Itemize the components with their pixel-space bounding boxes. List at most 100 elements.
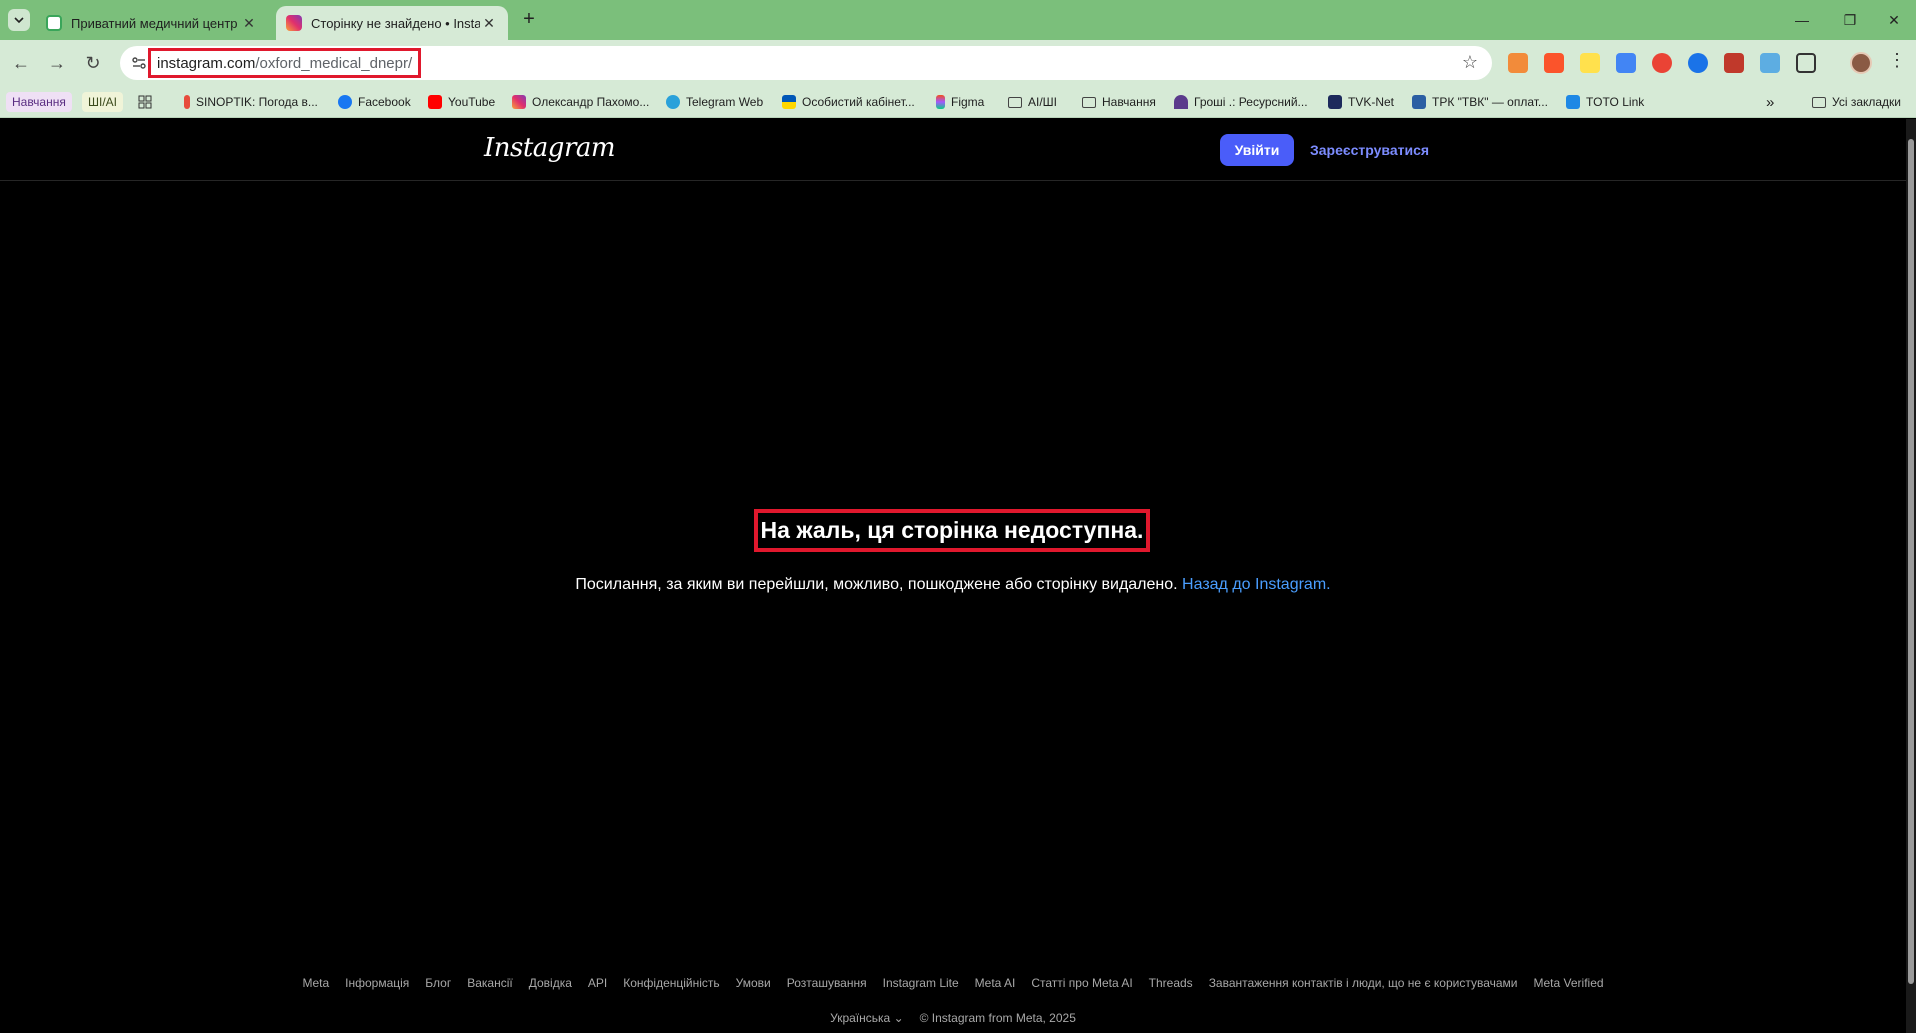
bookmark-chip-navchannia[interactable]: Навчання [6, 92, 72, 112]
bookmark-tvk-net[interactable]: TVK-Net [1328, 92, 1394, 112]
bookmark-youtube[interactable]: YouTube [428, 92, 495, 112]
bookmark-figma[interactable]: Figma [936, 92, 984, 112]
scrollbar-thumb[interactable] [1908, 139, 1914, 984]
bookmark-folder-ai[interactable]: AI/ШІ [1008, 92, 1057, 112]
footer-link-meta-ai[interactable]: Meta AI [975, 976, 1016, 990]
tab-instagram[interactable]: Сторінку не знайдено • Instagr ✕ [276, 6, 508, 40]
footer-links: Meta Інформація Блог Вакансії Довідка AP… [0, 976, 1906, 990]
back-button[interactable]: ← [10, 52, 32, 74]
bookmark-folder-navchannia[interactable]: Навчання [1082, 92, 1156, 112]
footer-link-privacy[interactable]: Конфіденційність [623, 976, 719, 990]
bookmark-trk-tvk[interactable]: ТРК "ТВК" — оплат... [1412, 92, 1548, 112]
page-scrollbar[interactable] [1906, 119, 1916, 1033]
bookmark-label: ТРК "ТВК" — оплат... [1432, 95, 1548, 109]
extension-brave-icon[interactable] [1544, 53, 1564, 73]
all-bookmarks[interactable]: Усі закладки [1812, 92, 1901, 112]
tab-medical-center[interactable]: Приватний медичний центр О ✕ [36, 6, 268, 40]
medical-center-favicon-icon [46, 15, 62, 31]
footer-link-meta-ai-articles[interactable]: Статті про Meta AI [1031, 976, 1132, 990]
bookmark-star-icon[interactable]: ☆ [1462, 52, 1478, 73]
signup-link[interactable]: Зареєструватися [1310, 134, 1429, 166]
footer-link-help[interactable]: Довідка [529, 976, 572, 990]
footer-link-info[interactable]: Інформація [345, 976, 409, 990]
footer-link-blog[interactable]: Блог [425, 976, 451, 990]
footer-link-meta[interactable]: Meta [302, 976, 329, 990]
site-info-icon[interactable] [130, 54, 148, 72]
footer-link-contact-uploading[interactable]: Завантаження контактів і люди, що не є к… [1209, 976, 1518, 990]
extension-translate-icon[interactable] [1616, 53, 1636, 73]
footer-link-jobs[interactable]: Вакансії [467, 976, 513, 990]
new-tab-button[interactable]: + [518, 9, 540, 31]
footer-link-instagram-lite[interactable]: Instagram Lite [883, 976, 959, 990]
umbrella-icon [1174, 95, 1188, 109]
menu-dots-icon[interactable]: ⋮ [1888, 50, 1906, 71]
bookmark-label: TVK-Net [1348, 95, 1395, 109]
footer-link-api[interactable]: API [588, 976, 607, 990]
ukraine-flag-icon [782, 95, 796, 109]
bookmark-label: SINOPTIK: Погода в... [196, 95, 318, 109]
bookmark-cabinet[interactable]: Особистий кабінет... [782, 92, 915, 112]
close-tab-icon[interactable]: ✕ [240, 14, 258, 32]
footer-link-locations[interactable]: Розташування [787, 976, 867, 990]
footer-link-meta-verified[interactable]: Meta Verified [1534, 976, 1604, 990]
bookmark-sinoptik[interactable]: SINOPTIK: Погода в... [184, 92, 318, 112]
footer-bottom: Українська ⌄ © Instagram from Meta, 2025 [0, 1011, 1906, 1025]
bookmark-groshi[interactable]: Гроші .: Ресурсний... [1174, 92, 1308, 112]
url-highlight-box[interactable]: instagram.com/oxford_medical_dnepr/ [148, 48, 422, 78]
language-select[interactable]: Українська ⌄ [830, 1011, 904, 1025]
figma-icon [936, 95, 945, 109]
all-bookmarks-label: Усі закладки [1832, 95, 1902, 109]
login-button[interactable]: Увійти [1220, 134, 1294, 166]
extension-megaphone-icon[interactable] [1724, 53, 1744, 73]
bookmark-facebook[interactable]: Facebook [338, 92, 411, 112]
chevron-down-icon [14, 17, 24, 24]
footer-link-terms[interactable]: Умови [736, 976, 771, 990]
footer-link-threads[interactable]: Threads [1149, 976, 1193, 990]
browser-toolbar: ← → ↻ instagram.com/oxford_medical_dnepr… [0, 40, 1916, 86]
bookmark-toto-link[interactable]: TOTO Link [1566, 92, 1644, 112]
copyright: © Instagram from Meta, 2025 [919, 1011, 1076, 1025]
address-bar[interactable]: instagram.com/oxford_medical_dnepr/ ☆ [120, 46, 1492, 80]
folder-icon [1008, 96, 1022, 108]
close-window-button[interactable]: ✕ [1874, 8, 1914, 32]
bookmark-label: Особистий кабінет... [802, 95, 915, 109]
extension-record-icon[interactable] [1652, 53, 1672, 73]
bookmark-label: Олександр Пахомо... [532, 95, 650, 109]
bookmark-label: Навчання [6, 92, 72, 112]
profile-avatar[interactable] [1850, 52, 1872, 74]
url-path: /oxford_medical_dnepr/ [255, 54, 413, 72]
close-tab-icon[interactable]: ✕ [480, 14, 498, 32]
bookmark-label: TOTO Link [1586, 95, 1645, 109]
toto-link-icon [1566, 95, 1580, 109]
reload-button[interactable]: ↻ [82, 52, 104, 74]
url-host: instagram.com [157, 54, 256, 72]
instagram-icon [512, 95, 526, 109]
extension-infinity-icon[interactable] [1688, 53, 1708, 73]
tab-title: Приватний медичний центр О [71, 15, 240, 31]
apps-grid-icon[interactable] [138, 92, 152, 112]
bookmark-instagram-profile[interactable]: Олександр Пахомо... [512, 92, 649, 112]
error-description-text: Посилання, за яким ви перейшли, можливо,… [575, 576, 1178, 593]
extension-letter-icon[interactable] [1580, 53, 1600, 73]
bookmarks-bar: Навчання ШІ/AI SINOPTIK: Погода в... Fac… [0, 86, 1916, 118]
instagram-page: Instagram Увійти Зареєструватися На жаль… [0, 119, 1906, 1033]
extension-cart-icon[interactable] [1508, 53, 1528, 73]
back-to-instagram-link[interactable]: Назад до Instagram. [1182, 576, 1331, 593]
bookmark-telegram[interactable]: Telegram Web [666, 92, 763, 112]
restore-button[interactable]: ❐ [1830, 8, 1870, 32]
extensions-puzzle-icon[interactable] [1796, 53, 1816, 73]
bookmark-label: YouTube [448, 95, 496, 109]
tab-search-button[interactable] [8, 9, 30, 31]
instagram-logo[interactable]: Instagram [484, 133, 616, 163]
bookmark-label: AI/ШІ [1028, 95, 1058, 109]
thermometer-icon [184, 95, 190, 109]
forward-button[interactable]: → [46, 52, 68, 74]
trk-tvk-icon [1412, 95, 1426, 109]
extension-arrows-icon[interactable] [1760, 53, 1780, 73]
tvk-net-icon [1328, 95, 1342, 109]
bookmark-chip-ai[interactable]: ШІ/AI [82, 92, 124, 112]
minimize-button[interactable]: — [1782, 8, 1822, 32]
error-title-highlight-box: На жаль, ця сторінка недоступна. [754, 509, 1150, 552]
more-bookmarks-chevron-icon[interactable]: » [1766, 92, 1774, 112]
folder-icon [1082, 96, 1096, 108]
